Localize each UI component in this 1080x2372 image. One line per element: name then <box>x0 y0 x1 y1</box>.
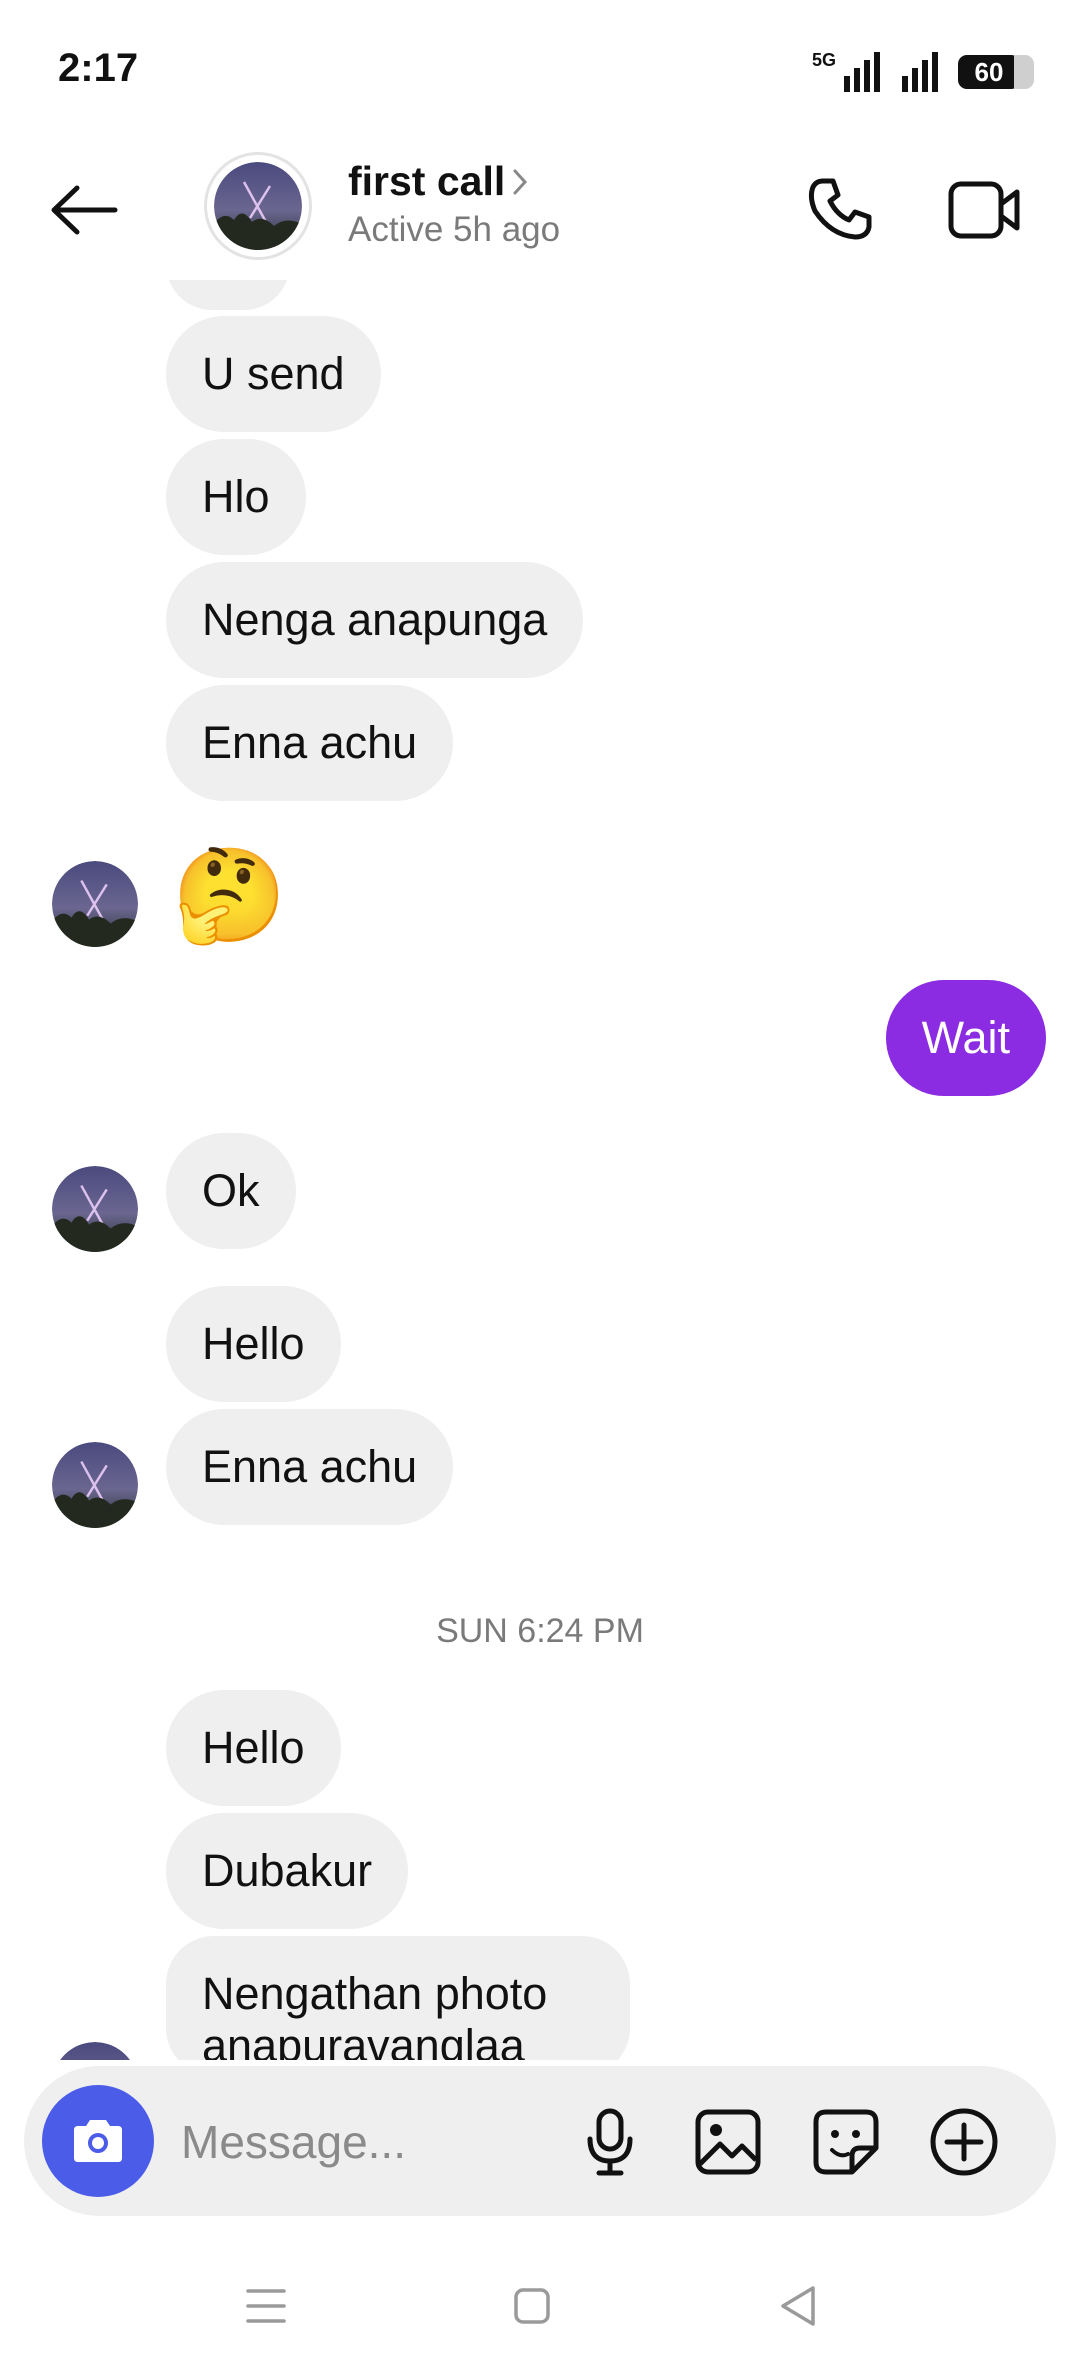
arrow-left-icon <box>51 185 118 235</box>
chat-header: first call Active 5h ago <box>0 140 1080 280</box>
audio-call-button[interactable] <box>800 170 880 250</box>
contact-name-link[interactable]: first call <box>348 158 529 205</box>
image-icon <box>695 2109 761 2175</box>
gallery-button[interactable] <box>690 2104 766 2180</box>
message-input[interactable] <box>179 2111 563 2173</box>
message-timestamp: SUN 6:24 PM <box>436 1612 644 1650</box>
video-call-button[interactable] <box>940 170 1030 250</box>
status-time: 2:17 <box>58 46 139 90</box>
emoji-message[interactable]: 🤔 <box>172 846 287 946</box>
back-nav-button[interactable] <box>758 2266 838 2346</box>
triangle-back-icon <box>781 2286 815 2326</box>
menu-icon <box>246 2289 286 2323</box>
sender-avatar[interactable] <box>52 2042 138 2060</box>
incoming-message[interactable]: Nengathan photo anapuravanglaa <box>166 1936 630 2060</box>
incoming-message[interactable]: U send <box>166 316 381 432</box>
status-bar: 2:17 5G 60 <box>0 0 1080 140</box>
battery-indicator: 60 <box>958 55 1034 89</box>
incoming-message-partial <box>166 280 290 310</box>
plus-circle-icon <box>930 2108 998 2176</box>
incoming-message[interactable]: Hello <box>166 1690 341 1806</box>
contact-avatar-button[interactable] <box>204 152 312 260</box>
recents-button[interactable] <box>226 2266 306 2346</box>
sender-avatar[interactable] <box>52 861 138 947</box>
incoming-message[interactable]: Dubakur <box>166 1813 409 1929</box>
system-navigation-bar <box>0 2236 1080 2372</box>
sender-avatar[interactable] <box>52 1442 138 1528</box>
incoming-message[interactable]: Enna achu <box>166 685 454 801</box>
incoming-message[interactable]: Hello <box>166 1286 341 1402</box>
incoming-message[interactable]: Ok <box>166 1133 296 1249</box>
home-button[interactable] <box>492 2266 572 2346</box>
sticker-icon <box>813 2109 879 2175</box>
phone-icon <box>808 178 872 240</box>
incoming-message[interactable]: Nenga anapunga <box>166 562 584 678</box>
message-composer <box>24 2066 1056 2216</box>
network-type-label: 5G <box>811 50 836 70</box>
microphone-icon <box>587 2108 633 2176</box>
sender-avatar[interactable] <box>52 1166 138 1252</box>
active-status: Active 5h ago <box>348 210 561 249</box>
message-thread[interactable]: U send Hlo Nenga anapunga Enna achu 🤔 Wa… <box>0 280 1080 2060</box>
status-icons: 5G 60 <box>811 48 1034 96</box>
sticker-button[interactable] <box>808 2104 884 2180</box>
cellular-signal-2-icon <box>902 52 938 92</box>
camera-button[interactable] <box>42 2085 154 2197</box>
back-button[interactable] <box>44 170 124 250</box>
video-camera-icon <box>948 181 1020 239</box>
more-options-button[interactable] <box>926 2104 1002 2180</box>
camera-icon <box>74 2120 122 2162</box>
battery-level: 60 <box>974 56 1004 87</box>
contact-avatar <box>214 162 302 250</box>
contact-name: first call <box>348 158 506 204</box>
cellular-signal-icon <box>844 52 880 92</box>
incoming-message[interactable]: Enna achu <box>166 1409 454 1525</box>
outgoing-message[interactable]: Wait <box>885 980 1046 1096</box>
incoming-message[interactable]: Hlo <box>166 439 306 555</box>
chevron-right-icon <box>513 169 528 194</box>
voice-message-button[interactable] <box>572 2104 648 2180</box>
square-icon <box>514 2288 550 2324</box>
